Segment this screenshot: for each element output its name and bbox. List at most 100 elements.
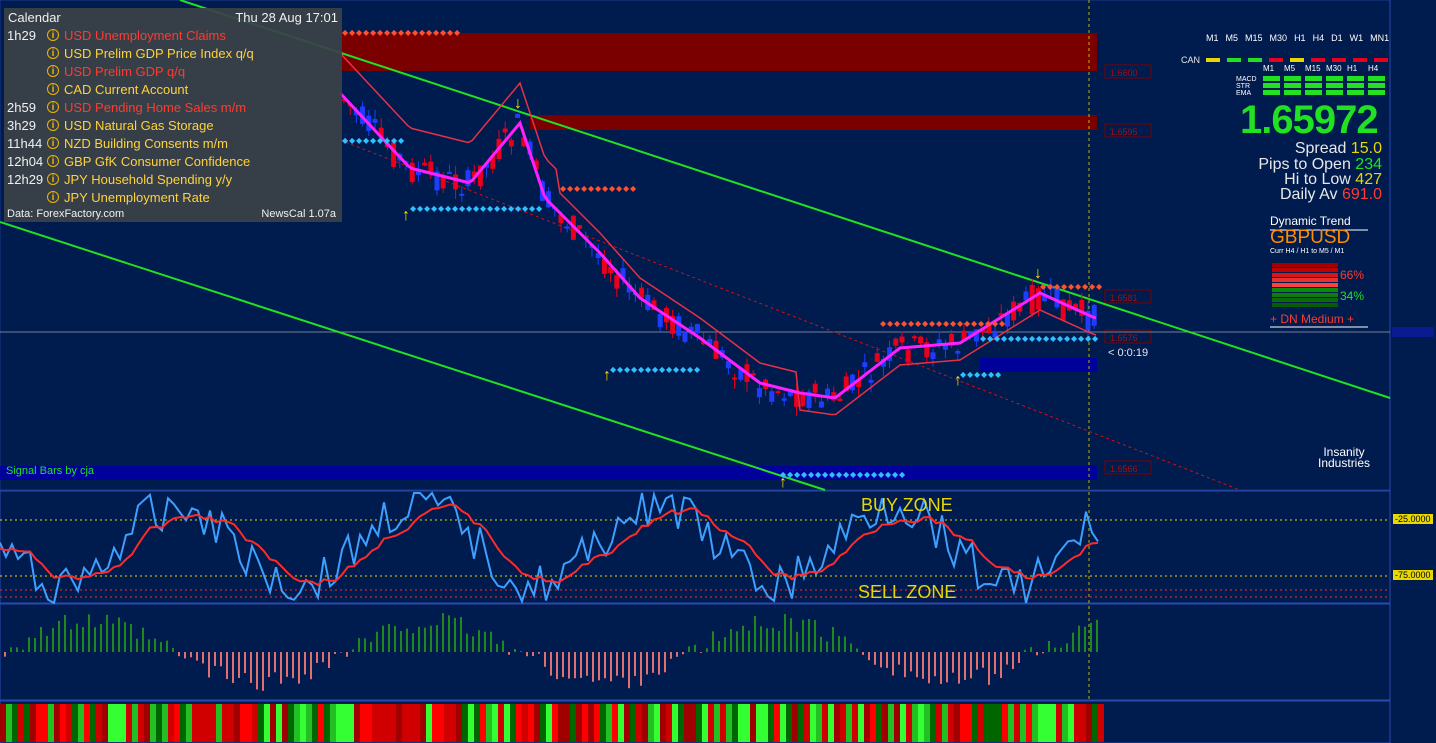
support-dots: ◆	[431, 204, 438, 213]
indicator-cell	[1284, 90, 1301, 95]
trend-down-pct: 66%	[1340, 268, 1365, 282]
event-text: GBP GfK Consumer Confidence	[64, 153, 251, 169]
histogram-bar	[286, 652, 288, 677]
resistance-dots: ◆	[440, 28, 447, 37]
histogram-bar	[910, 652, 912, 672]
sell-zone-label: SELL ZONE	[858, 582, 957, 602]
heat-bar	[330, 704, 336, 742]
heat-bar	[606, 704, 612, 742]
support-dots: ◆	[1022, 334, 1029, 343]
heat-bar	[642, 704, 648, 742]
histogram-bar	[328, 652, 330, 668]
histogram-bar	[718, 641, 720, 652]
histogram-bar	[928, 652, 930, 684]
timeframe-button-m15[interactable]: M15	[1245, 33, 1263, 43]
resistance-dots: ◆	[630, 184, 637, 193]
heat-bar	[780, 704, 786, 742]
histogram-bar	[478, 630, 480, 652]
timeframe-button-m30[interactable]: M30	[1270, 33, 1288, 43]
histogram-bar	[46, 635, 48, 652]
histogram-bar	[994, 652, 996, 675]
histogram-bar	[802, 619, 804, 652]
histogram-bar	[424, 627, 426, 652]
histogram-bar	[814, 620, 816, 652]
support-dots: ◆	[631, 365, 638, 374]
histogram-bar	[406, 628, 408, 652]
support-dots: ◆	[342, 136, 349, 145]
histogram-bar	[466, 633, 468, 652]
heat-bar	[738, 704, 744, 742]
histogram-bar	[190, 652, 192, 658]
timeframe-button-h1[interactable]: H1	[1294, 33, 1306, 43]
daily-average-stat: Daily Av 691.0	[1279, 186, 1382, 203]
heat-bar	[948, 704, 954, 742]
heat-bar	[276, 704, 282, 742]
heat-bar	[240, 704, 246, 742]
heat-bar	[966, 704, 972, 742]
timeframe-button-h4[interactable]: H4	[1313, 33, 1325, 43]
heat-bar	[474, 704, 480, 742]
heat-bar	[342, 704, 348, 742]
timeframe-button-w1[interactable]: W1	[1350, 33, 1364, 43]
candle-body	[391, 142, 397, 167]
histogram-bar	[472, 636, 474, 652]
support-dots: ◆	[1029, 334, 1036, 343]
heat-bar	[498, 704, 504, 742]
timeframe-button-d1[interactable]: D1	[1331, 33, 1343, 43]
heat-bar	[846, 704, 852, 742]
histogram-bar	[1000, 652, 1002, 679]
timeframe-button-m1[interactable]: M1	[1206, 33, 1219, 43]
resistance-dots: ◆	[978, 319, 985, 328]
support-dots: ◆	[899, 470, 906, 479]
heat-bar	[312, 704, 318, 742]
support-dots: ◆	[363, 136, 370, 145]
histogram-bar	[952, 652, 954, 673]
histogram-bar	[310, 652, 312, 680]
heat-bar	[564, 704, 570, 742]
heat-bar	[786, 704, 792, 742]
heat-bar	[384, 704, 390, 742]
support-dots: ◆	[438, 204, 445, 213]
support-dots: ◆	[822, 470, 829, 479]
histogram-bar	[712, 631, 714, 652]
histogram-bar	[4, 652, 6, 657]
heat-bar	[228, 704, 234, 742]
histogram-bar	[688, 646, 690, 652]
heat-bar	[870, 704, 876, 742]
heat-bar	[816, 704, 822, 742]
heat-bar	[408, 704, 414, 742]
histogram-bar	[112, 623, 114, 652]
event-text: USD Unemployment Claims	[64, 27, 226, 43]
histogram-bar	[382, 625, 384, 652]
histogram-bar	[166, 640, 168, 652]
timeframe-button-mn1[interactable]: MN1	[1370, 33, 1389, 43]
heat-bar	[558, 704, 564, 742]
candle-body	[682, 332, 688, 342]
histogram-bar	[964, 652, 966, 680]
heat-bar	[96, 704, 102, 742]
heat-bar	[708, 704, 714, 742]
support-dots: ◆	[892, 470, 899, 479]
candle-body	[868, 379, 874, 383]
resistance-dots: ◆	[1082, 282, 1089, 291]
histogram-bar	[256, 652, 258, 690]
heat-bar	[660, 704, 666, 742]
timeframe-selector[interactable]: M1 M5 M15 M30 H1 H4 D1 W1 MN1	[1206, 33, 1396, 43]
heat-bar	[798, 704, 804, 742]
supply-zone-mid	[530, 115, 1097, 130]
histogram-bar	[148, 639, 150, 652]
histogram-bar	[610, 652, 612, 682]
histogram-bar	[886, 652, 888, 668]
resistance-dots: ◆	[901, 319, 908, 328]
channel-mid-line	[339, 139, 1241, 491]
event-text: USD Natural Gas Storage	[64, 117, 214, 133]
signal-arrow-up-icon: ↑	[603, 367, 611, 384]
support-dots: ◆	[417, 204, 424, 213]
heat-bar	[378, 704, 384, 742]
resistance-dots: ◆	[588, 184, 595, 193]
heat-bar	[552, 704, 558, 742]
heat-bar	[282, 704, 288, 742]
histogram-bar	[202, 652, 204, 664]
timeframe-button-m5[interactable]: M5	[1226, 33, 1239, 43]
histogram-bar	[490, 631, 492, 652]
